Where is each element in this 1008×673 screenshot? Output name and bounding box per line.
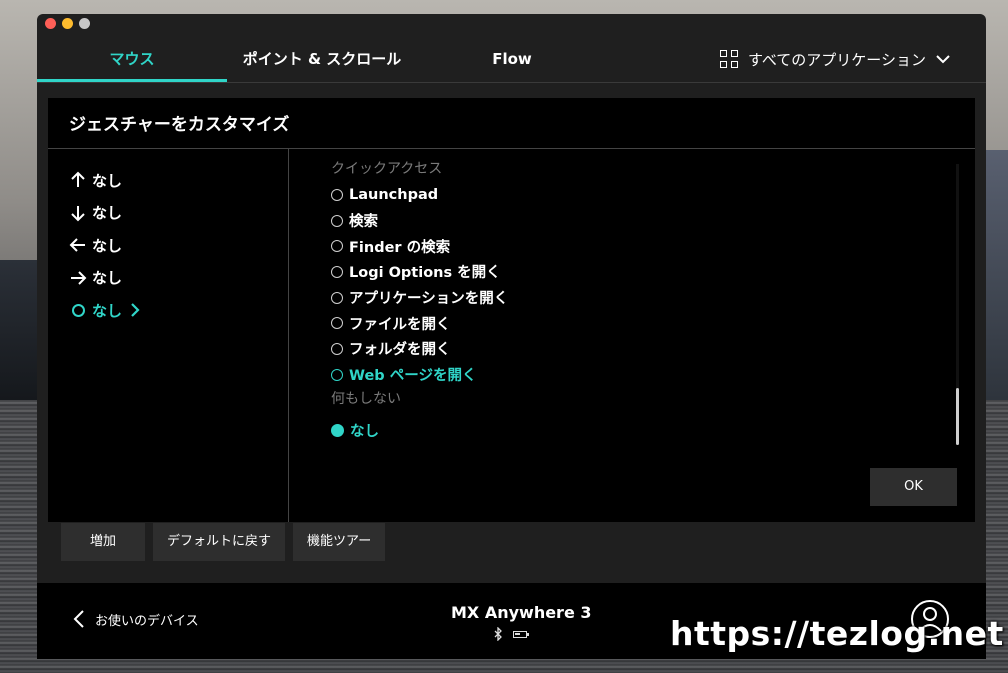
radio-button-selected[interactable] [331, 423, 344, 437]
option-open-web-page[interactable]: Web ページを開く [331, 362, 508, 388]
back-to-devices-button[interactable]: お使いのデバイス [73, 609, 199, 629]
device-name: MX Anywhere 3 [451, 603, 592, 622]
option-label: Finder の検索 [349, 239, 451, 256]
option-label: 検索 [349, 214, 378, 231]
option-label: Launchpad [349, 186, 439, 203]
chevron-down-icon [936, 55, 950, 64]
option-label: なし [350, 423, 379, 440]
logi-options-window: マウス ポイント & スクロール Flow すべてのアプリケーション ジェスチャ… [37, 14, 986, 659]
tab-label: マウス [109, 50, 155, 68]
gesture-down-item[interactable]: なし [68, 197, 140, 230]
tab-flow[interactable]: Flow [417, 44, 607, 82]
background-mountain [0, 260, 40, 400]
option-open-application[interactable]: アプリケーションを開く [331, 285, 508, 311]
watermark: https://tezlog.net [670, 614, 1004, 653]
gesture-direction-list: なし なし なし なし なし [68, 164, 140, 327]
application-selector[interactable]: すべてのアプリケーション [719, 44, 950, 74]
circle-icon [71, 303, 85, 317]
top-nav: マウス ポイント & スクロール Flow すべてのアプリケーション [37, 44, 986, 82]
scrollbar-thumb[interactable] [956, 388, 959, 445]
background-mountain [986, 150, 1008, 400]
gesture-action-label: なし [92, 171, 123, 190]
chevron-left-icon [73, 610, 84, 628]
close-window-button[interactable] [45, 18, 56, 29]
radio-button[interactable] [331, 291, 343, 304]
device-status [493, 627, 529, 641]
tab-label: Flow [492, 50, 532, 68]
gesture-action-label: なし [92, 269, 123, 288]
zoom-window-button[interactable] [79, 18, 90, 29]
radio-button[interactable] [331, 240, 343, 253]
option-finder-search[interactable]: Finder の検索 [331, 233, 508, 259]
nav-divider [37, 82, 986, 83]
feature-tour-button[interactable]: 機能ツアー [293, 523, 386, 561]
option-label: フォルダを開く [349, 342, 451, 359]
window-controls [45, 18, 90, 29]
option-none[interactable]: なし [331, 418, 508, 444]
gesture-action-label: なし [92, 204, 123, 223]
divider [288, 149, 289, 522]
gesture-action-label: なし [92, 301, 123, 320]
option-launchpad[interactable]: Launchpad [331, 182, 508, 208]
panel-title: ジェスチャーをカスタマイズ [69, 115, 290, 135]
arrow-down-icon [68, 203, 88, 223]
tab-mouse[interactable]: マウス [37, 44, 227, 82]
section-label-do-nothing: 何もしない [331, 390, 401, 407]
option-search[interactable]: 検索 [331, 208, 508, 234]
action-options: クイックアクセス Launchpad 検索 Finder の検索 Logi Op… [331, 160, 508, 443]
arrow-left-icon [68, 235, 88, 255]
restore-defaults-button[interactable]: デフォルトに戻す [153, 523, 286, 561]
tab-label: ポイント & スクロール [242, 50, 402, 68]
tab-point-scroll[interactable]: ポイント & スクロール [227, 44, 417, 82]
back-label: お使いのデバイス [95, 613, 199, 629]
gesture-action-label: なし [92, 236, 123, 255]
radio-button[interactable] [331, 265, 343, 278]
radio-button[interactable] [331, 214, 343, 227]
divider [48, 148, 975, 149]
option-open-file[interactable]: ファイルを開く [331, 310, 508, 336]
radio-button[interactable] [331, 188, 343, 201]
battery-icon [513, 630, 529, 638]
option-label: Web ページを開く [349, 368, 477, 385]
minimize-window-button[interactable] [62, 18, 73, 29]
bottom-button-row: 増加 デフォルトに戻す 機能ツアー [61, 523, 386, 561]
gesture-up-item[interactable]: なし [68, 164, 140, 197]
gesture-click-item[interactable]: なし [68, 294, 140, 327]
application-selector-label: すべてのアプリケーション [747, 50, 926, 69]
radio-button[interactable] [331, 342, 343, 355]
option-open-logi-options[interactable]: Logi Options を開く [331, 259, 508, 285]
section-label-quick-access: クイックアクセス [331, 161, 443, 177]
gesture-panel: ジェスチャーをカスタマイズ なし なし なし なし なし クイックアクセス La… [48, 98, 975, 522]
option-label: Logi Options を開く [349, 265, 501, 282]
arrow-right-icon [68, 268, 88, 288]
bluetooth-icon [494, 627, 502, 641]
grid-icon [719, 50, 738, 68]
radio-button[interactable] [331, 317, 343, 330]
arrow-up-icon [68, 170, 88, 190]
radio-button[interactable] [331, 368, 343, 381]
option-label: ファイルを開く [349, 316, 451, 333]
ok-button[interactable]: OK [870, 468, 957, 506]
gesture-left-item[interactable]: なし [68, 229, 140, 262]
add-button[interactable]: 増加 [61, 523, 145, 561]
options-scrollbar[interactable] [956, 164, 959, 445]
chevron-right-icon [131, 303, 140, 318]
option-label: アプリケーションを開く [349, 291, 509, 308]
gesture-right-item[interactable]: なし [68, 262, 140, 295]
option-open-folder[interactable]: フォルダを開く [331, 336, 508, 362]
